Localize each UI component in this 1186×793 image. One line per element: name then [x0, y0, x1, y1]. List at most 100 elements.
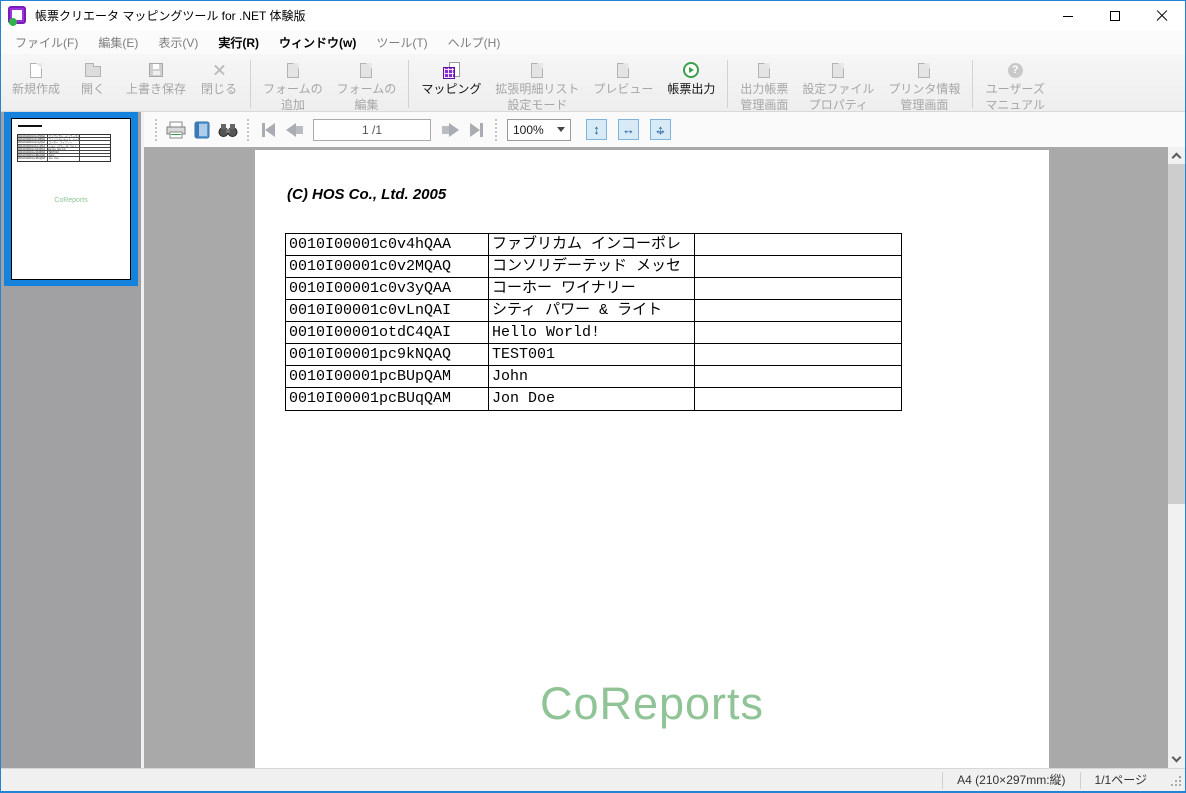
maximize-button[interactable]: [1091, 1, 1138, 31]
table-cell: [695, 322, 901, 343]
table-cell: [80, 135, 110, 137]
fit-height-icon: ↕: [593, 122, 600, 137]
menu-run[interactable]: 実行(R): [208, 31, 269, 54]
report-output-button[interactable]: 帳票出力: [660, 58, 722, 98]
save-button[interactable]: 上書き保存: [119, 58, 193, 98]
button-label: マニュアル: [985, 98, 1045, 112]
thumbnail-table: 0010I00001c0v4hQAAファブリカム インコーポレ0010I0000…: [17, 134, 111, 162]
new-button[interactable]: 新規作成: [5, 58, 67, 98]
zoom-select[interactable]: 100%: [507, 119, 571, 141]
first-page-button[interactable]: [255, 117, 281, 143]
page-thumbnail-selected[interactable]: 0010I00001c0v4hQAAファブリカム インコーポレ0010I0000…: [4, 112, 138, 286]
table-cell: [695, 234, 901, 255]
preview-button[interactable]: プレビュー: [586, 58, 660, 98]
table-cell: 0010I00001c0v4hQAA: [18, 135, 48, 137]
fit-width-icon: ↔: [622, 122, 635, 137]
app-icon: [8, 6, 28, 26]
previous-page-icon: [286, 123, 296, 137]
button-label: 設定ファイル: [802, 82, 874, 96]
mapping-icon: [443, 62, 460, 79]
printer-info-button[interactable]: プリンタ情報 管理画面: [881, 58, 967, 114]
fit-height-button[interactable]: ↕: [586, 119, 607, 140]
menu-file[interactable]: ファイル(F): [5, 31, 88, 54]
table-cell: 0010I00001pc9kNQAQ: [18, 151, 48, 153]
resize-grip[interactable]: [1167, 772, 1183, 788]
table-row: 0010I00001otdC4QAIHello World!: [286, 322, 901, 344]
toolbar-separator: [972, 60, 973, 108]
previous-page-button[interactable]: [281, 117, 307, 143]
document-table: 0010I00001c0v4hQAAファブリカム インコーポレ0010I0000…: [285, 233, 902, 411]
scroll-down-button[interactable]: [1168, 751, 1185, 768]
next-page-button[interactable]: [437, 117, 463, 143]
binoculars-search-icon: [218, 122, 238, 138]
edit-form-icon: [360, 63, 372, 78]
fit-width-button[interactable]: ↔: [618, 119, 639, 140]
main-toolbar: 新規作成 開く 上書き保存 閉じる フォームの 追加 フォームの 編集 マッピン: [1, 54, 1185, 112]
table-cell: コーホー ワイナリー: [489, 278, 695, 299]
table-row: 0010I00001pc9kNQAQTEST001: [286, 344, 901, 366]
menu-tools[interactable]: ツール(T): [366, 31, 437, 54]
output-manage-button[interactable]: 出力帳票 管理画面: [733, 58, 795, 114]
button-label: プレビュー: [593, 82, 653, 96]
table-cell: [80, 145, 110, 147]
document-page: (C) HOS Co., Ltd. 2005 0010I00001c0v4hQA…: [255, 150, 1049, 768]
page-setup-button[interactable]: [189, 117, 215, 143]
config-properties-icon: [832, 63, 844, 78]
add-form-button[interactable]: フォームの 追加: [256, 58, 330, 114]
table-cell: TEST001: [48, 151, 79, 153]
page-indicator-field[interactable]: 1 /1: [313, 119, 431, 141]
table-row: 0010I00001c0vLnQAIシティ パワー & ライト: [286, 300, 901, 322]
last-page-icon-bar: [480, 123, 483, 137]
open-button[interactable]: 開く: [67, 58, 119, 98]
toolbar-grip[interactable]: [494, 119, 498, 141]
close-icon: [1156, 10, 1168, 22]
search-button[interactable]: [215, 117, 241, 143]
page-count-status: 1/1ページ: [1080, 772, 1161, 789]
printer-info-icon: [918, 63, 930, 78]
next-page-icon: [449, 123, 459, 137]
minimize-button[interactable]: [1044, 1, 1091, 31]
table-cell: 0010I00001c0v2MQAQ: [286, 256, 489, 277]
output-manage-icon: [758, 63, 770, 78]
table-cell: 0010I00001c0v3yQAA: [18, 141, 48, 143]
table-cell: Hello World!: [48, 148, 79, 150]
button-label: 上書き保存: [126, 82, 186, 96]
toolbar-grip[interactable]: [246, 119, 250, 141]
button-label: フォームの: [263, 82, 323, 96]
menu-view[interactable]: 表示(V): [148, 31, 208, 54]
print-button[interactable]: [163, 117, 189, 143]
printer-icon: [166, 121, 186, 139]
fit-page-button[interactable]: ↕↔: [650, 119, 671, 140]
scroll-up-button[interactable]: [1168, 147, 1185, 164]
users-manual-icon: ?: [1008, 63, 1023, 78]
users-manual-button[interactable]: ? ユーザーズ マニュアル: [978, 58, 1052, 114]
detail-list-mode-button[interactable]: 拡張明細リスト 設定モード: [488, 58, 586, 114]
app-window: 帳票クリエータ マッピングツール for .NET 体験版 ファイル(F) 編集…: [0, 0, 1186, 793]
mapping-button[interactable]: マッピング: [414, 58, 488, 98]
last-page-button[interactable]: [463, 117, 489, 143]
vertical-scrollbar[interactable]: [1168, 147, 1185, 768]
table-cell: 0010I00001c0v2MQAQ: [18, 138, 48, 140]
table-cell: 0010I00001pcBUqQAM: [286, 388, 489, 410]
button-label: 出力帳票: [740, 82, 788, 96]
table-cell: コンソリデーテッド メッセ: [48, 138, 79, 140]
menu-window[interactable]: ウィンドウ(w): [269, 31, 366, 54]
table-cell: [80, 157, 110, 160]
config-properties-button[interactable]: 設定ファイル プロパティ: [795, 58, 881, 114]
table-cell: TEST001: [489, 344, 695, 365]
chevron-up-icon: [1172, 153, 1182, 163]
button-label: 管理画面: [900, 98, 948, 112]
table-cell: コーホー ワイナリー: [48, 141, 79, 143]
button-label: ユーザーズ: [986, 82, 1045, 96]
close-button[interactable]: [1138, 1, 1185, 31]
scrollbar-thumb[interactable]: [1168, 164, 1185, 504]
table-row: 0010I00001pcBUqQAMJon Doe: [18, 157, 110, 160]
toolbar-grip[interactable]: [154, 119, 158, 141]
menu-edit[interactable]: 編集(E): [88, 31, 148, 54]
edit-form-button[interactable]: フォームの 編集: [330, 58, 404, 114]
menu-help[interactable]: ヘルプ(H): [438, 31, 511, 54]
add-form-icon: [287, 63, 299, 78]
table-cell: 0010I00001otdC4QAI: [286, 322, 489, 343]
table-row: 0010I00001pcBUpQAMJohn: [286, 366, 901, 388]
close-file-button[interactable]: 閉じる: [193, 58, 245, 98]
